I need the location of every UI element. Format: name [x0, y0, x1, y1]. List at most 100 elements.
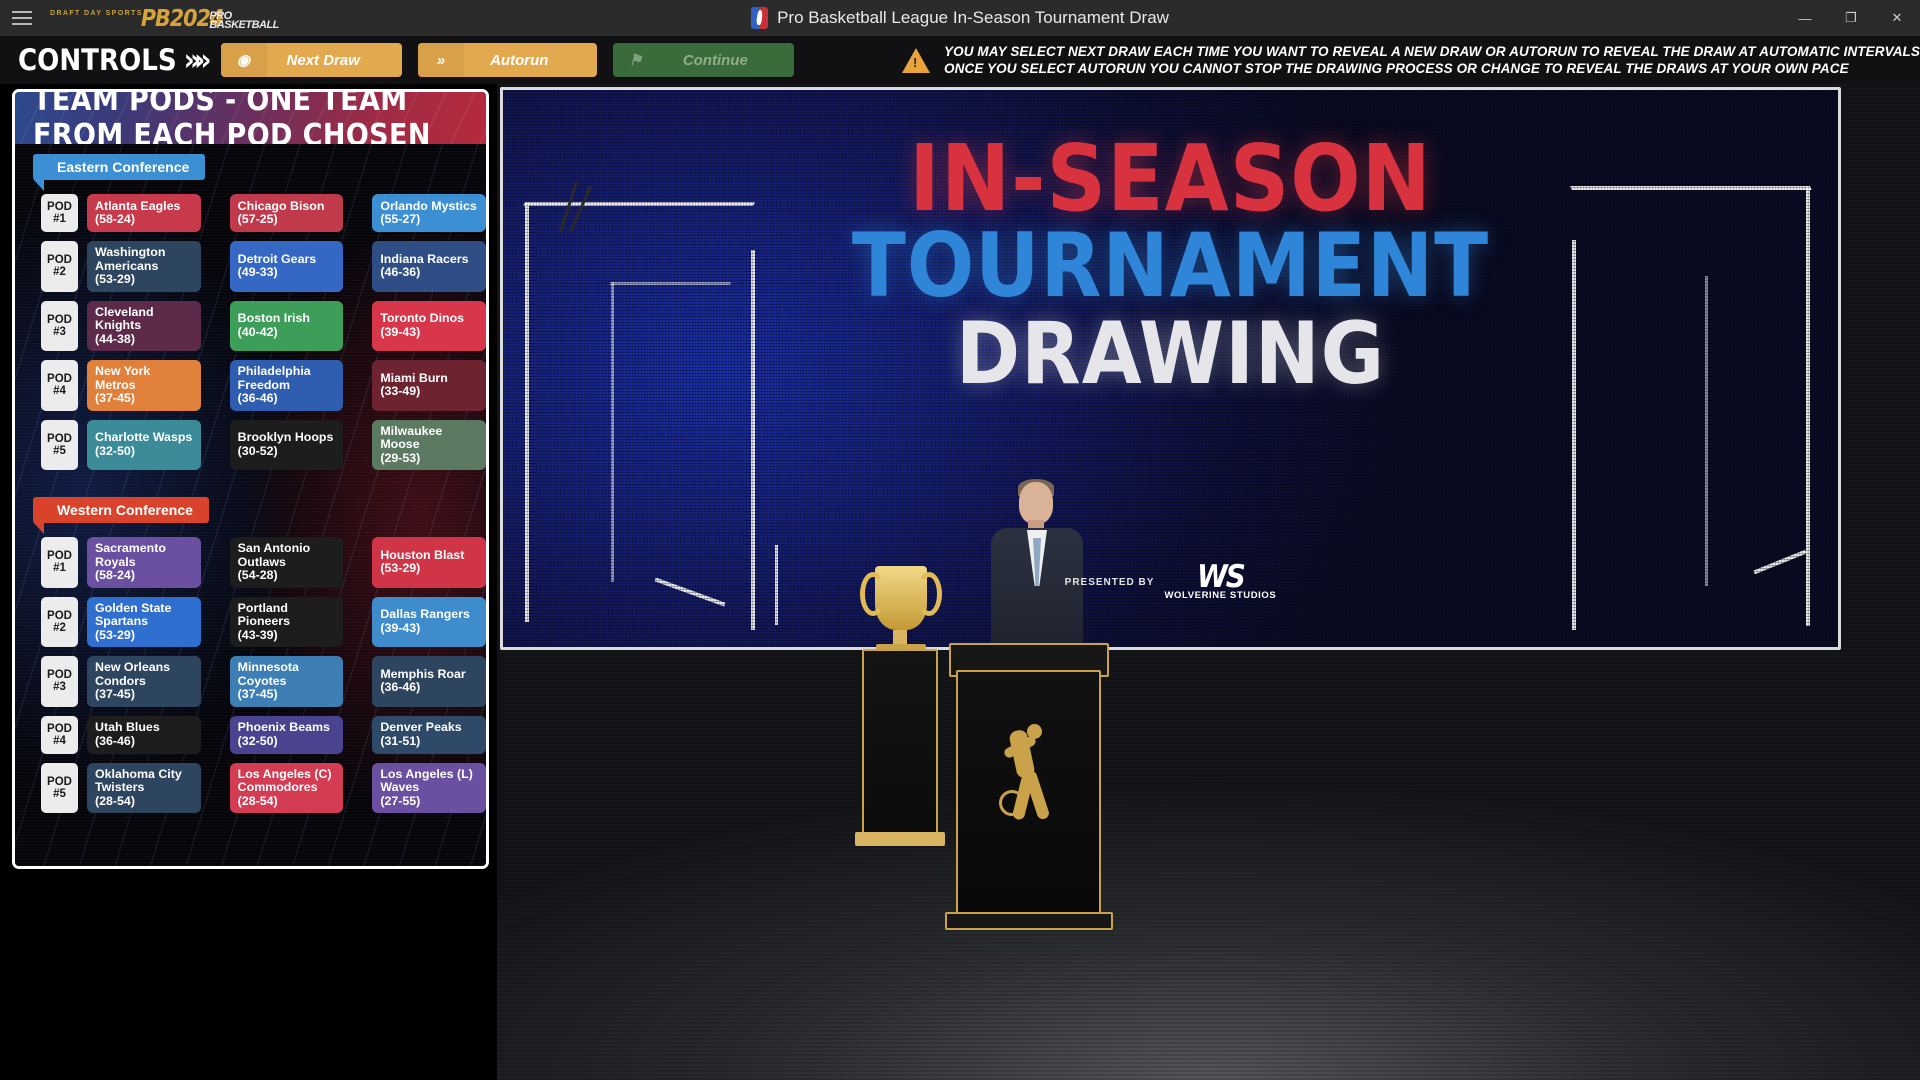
- team-chip[interactable]: Milwaukee Moose (29-53): [372, 419, 486, 470]
- eastern-conference-label: Eastern Conference: [57, 159, 190, 175]
- checkered-flag-icon: ⚑: [612, 43, 659, 77]
- chip-gap: [352, 360, 363, 411]
- team-chip[interactable]: Phoenix Beams (32-50): [229, 715, 344, 754]
- team-chip[interactable]: Chicago Bison (57-25): [229, 194, 344, 232]
- chip-gap: [210, 360, 221, 411]
- screen-glow-line: [654, 577, 726, 607]
- team-chip[interactable]: Charlotte Wasps (32-50): [87, 419, 201, 470]
- window-title-bar: DRAFT DAY SPORTS PB2024 PRO BASKETBALL Pr…: [0, 0, 1920, 36]
- team-chip[interactable]: Minnesota Coyotes (37-45): [229, 656, 344, 707]
- team-pods-panel: TEAM PODS - ONE TEAM FROM EACH POD CHOSE…: [12, 89, 489, 869]
- team-chip[interactable]: Brooklyn Hoops (30-52): [229, 419, 344, 470]
- trophy-pedestal: [862, 649, 938, 834]
- team-chip[interactable]: Philadelphia Freedom (36-46): [229, 360, 344, 411]
- autorun-button[interactable]: » Autorun: [417, 43, 597, 77]
- presenter-head: [1019, 482, 1053, 524]
- team-chip[interactable]: Cleveland Knights (44-38): [87, 300, 201, 351]
- team-chip[interactable]: Houston Blast (53-29): [372, 537, 486, 588]
- team-record: (29-53): [380, 450, 421, 465]
- team-chip[interactable]: Oklahoma City Twisters (28-54): [87, 762, 201, 813]
- team-record: (36-46): [237, 391, 278, 405]
- team-chip[interactable]: Los Angeles (C) Commodores (28-54): [229, 762, 344, 813]
- pod-number-badge: POD #4: [41, 360, 78, 411]
- pod-row: POD #2 Golden State Spartans (53-29) Portlan…: [41, 596, 486, 648]
- pod-word: POD: [47, 313, 72, 326]
- team-record: (27-55): [380, 793, 421, 808]
- team-chip[interactable]: Los Angeles (L) Waves (27-55): [372, 762, 486, 813]
- close-button[interactable]: ✕: [1874, 0, 1920, 36]
- team-name: Miami Burn: [380, 370, 448, 385]
- pod-row: POD #4 New York Metros (37-45) Philadelphia …: [41, 360, 486, 411]
- chip-gap: [210, 420, 221, 471]
- minimize-button[interactable]: —: [1782, 0, 1828, 36]
- western-conference-tab: Western Conference: [33, 497, 209, 534]
- team-chip[interactable]: Denver Peaks (31-51): [372, 715, 486, 754]
- chip-gap: [352, 763, 363, 814]
- ws-studio-name: WOLVERINE STUDIOS: [1164, 590, 1277, 601]
- podium-base: [945, 912, 1113, 930]
- team-chip[interactable]: Golden State Spartans (53-29): [87, 596, 201, 647]
- podium-player-emblem: [997, 724, 1059, 844]
- team-chip[interactable]: Utah Blues (36-46): [87, 715, 201, 754]
- maximize-button[interactable]: ❐: [1828, 0, 1874, 36]
- team-name: Brooklyn Hoops: [237, 430, 334, 445]
- team-record: (53-29): [95, 627, 135, 642]
- pod-number-badge: POD #1: [41, 537, 78, 588]
- team-name: Phoenix Beams: [237, 720, 330, 734]
- team-chip[interactable]: San Antonio Outlaws (54-28): [229, 537, 344, 588]
- chip-gap: [352, 194, 363, 232]
- hamburger-menu-icon[interactable]: [0, 0, 44, 36]
- team-name: Golden State Spartans: [95, 600, 172, 628]
- team-chip[interactable]: Sacramento Royals (58-24): [87, 537, 201, 588]
- team-record: (30-52): [237, 443, 278, 458]
- controls-toolbar: CONTROLS »» ◉ Next Draw » Autorun ⚑ Cont…: [0, 36, 1920, 84]
- team-record: (57-25): [237, 212, 278, 226]
- team-record: (31-51): [380, 733, 421, 748]
- eastern-conference-tab: Eastern Conference: [33, 154, 206, 191]
- pod-index: #2: [53, 266, 66, 279]
- chip-gap: [210, 597, 221, 648]
- pod-word: POD: [47, 254, 72, 267]
- team-record: (37-45): [237, 687, 278, 701]
- team-pods-header: TEAM PODS - ONE TEAM FROM EACH POD CHOSE…: [15, 92, 486, 144]
- team-name: Toronto Dinos: [380, 311, 465, 326]
- next-draw-button[interactable]: ◉ Next Draw: [220, 43, 402, 77]
- team-chip[interactable]: Miami Burn (33-49): [372, 360, 486, 411]
- team-chip[interactable]: Boston Irish (40-42): [229, 300, 344, 351]
- team-chip[interactable]: Indiana Racers (46-36): [372, 241, 486, 292]
- team-chip[interactable]: Toronto Dinos (39-43): [372, 300, 486, 351]
- team-name: New Orleans Condors: [95, 660, 171, 688]
- chip-gap: [352, 716, 363, 754]
- team-record: (46-36): [380, 265, 421, 280]
- team-record: (49-33): [237, 265, 278, 280]
- jumbotron-line-3: DRAWING: [955, 304, 1386, 404]
- pod-index: #5: [53, 787, 66, 800]
- jumbotron-line-2: TOURNAMENT: [851, 214, 1490, 317]
- team-chip[interactable]: Dallas Rangers (39-43): [372, 596, 486, 647]
- pod-number-badge: POD #2: [41, 596, 78, 647]
- warning-line-2: ONCE YOU SELECT AUTORUN YOU CANNOT STOP …: [944, 61, 1849, 76]
- presented-by-label: PRESENTED BY: [1064, 577, 1155, 588]
- pod-index: #4: [53, 385, 66, 398]
- team-chip[interactable]: Memphis Roar (36-46): [372, 656, 486, 707]
- team-chip[interactable]: Atlanta Eagles (58-24): [87, 194, 201, 232]
- pod-word: POD: [47, 550, 72, 563]
- team-chip[interactable]: Detroit Gears (49-33): [229, 241, 344, 292]
- brand-pro-basketball: PRO BASKETBALL: [209, 10, 279, 31]
- team-name: Philadelphia Freedom: [237, 364, 311, 392]
- team-chip[interactable]: Orlando Mystics (55-27): [372, 194, 486, 232]
- team-record: (58-24): [95, 212, 135, 226]
- team-name: Atlanta Eagles: [95, 198, 181, 213]
- team-record: (53-29): [95, 272, 135, 286]
- double-chevron-icon: »: [417, 43, 464, 77]
- chip-gap: [352, 597, 363, 648]
- continue-label: Continue: [682, 51, 748, 69]
- chip-gap: [352, 420, 363, 471]
- team-chip[interactable]: Portland Pioneers (43-39): [229, 596, 344, 647]
- team-chip[interactable]: New York Metros (37-45): [87, 360, 201, 411]
- team-chip[interactable]: Washington Americans (53-29): [87, 241, 201, 292]
- team-chip[interactable]: New Orleans Condors (37-45): [87, 656, 201, 707]
- continue-button: ⚑ Continue: [612, 43, 795, 77]
- draw-stage: IN-SEASON TOURNAMENT DRAWING PRESENTED B…: [497, 84, 1920, 1080]
- team-record: (28-54): [95, 793, 135, 808]
